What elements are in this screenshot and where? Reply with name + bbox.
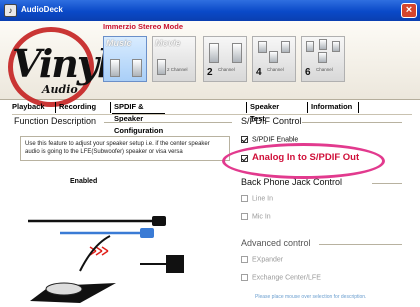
logo-sub: Audio	[42, 83, 78, 96]
tab-playback[interactable]: Playback	[10, 101, 47, 114]
expander-option[interactable]: EXpander	[241, 256, 283, 263]
channel-label: Channel	[218, 67, 235, 72]
divider	[302, 122, 402, 123]
channel-number: 6	[305, 67, 311, 78]
line-in-label: Line In	[252, 195, 274, 203]
line-in-checkbox[interactable]	[241, 195, 248, 202]
speaker-icon	[281, 41, 290, 53]
divider	[319, 244, 402, 245]
expander-checkbox[interactable]	[241, 256, 248, 263]
expander-label: EXpander	[252, 256, 284, 264]
mode-sub-label: 2 Channel	[167, 67, 188, 72]
spdif-enable-checkbox[interactable]	[241, 136, 248, 143]
window-title: AudioDeck	[21, 5, 63, 14]
divider	[372, 183, 402, 184]
exchange-center-lfe-label: Exchange Center/LFE	[252, 274, 321, 282]
speaker-icon	[332, 41, 340, 52]
exchange-center-lfe-option[interactable]: Exchange Center/LFE	[241, 274, 321, 281]
close-button[interactable]: ×	[401, 3, 417, 18]
function-description-title: Function Description	[14, 116, 97, 126]
mic-in-label: Mic In	[252, 213, 271, 221]
speaker-icon	[110, 59, 120, 77]
speaker-icon	[157, 59, 166, 75]
speaker-icon	[232, 43, 242, 63]
speaker-icon	[258, 41, 267, 53]
tab-recording[interactable]: Recording	[57, 101, 98, 114]
header-banner: Vinyl Audio Immerzio Stereo Mode Music M…	[0, 21, 420, 107]
title-bar: ♪ AudioDeck ×	[0, 0, 420, 21]
tab-separator	[246, 102, 247, 113]
channel-label: Channel	[316, 67, 333, 72]
tab-information[interactable]: Information	[309, 101, 354, 114]
channel-number: 2	[207, 67, 213, 78]
speaker-cable-illustration	[28, 216, 184, 303]
channel-number: 4	[256, 67, 262, 78]
tab-separator	[110, 102, 111, 113]
line-in-option[interactable]: Line In	[241, 195, 273, 202]
highlight-oval	[222, 143, 385, 179]
speaker-icon	[318, 52, 327, 63]
channel-6-button[interactable]: 6 Channel	[301, 36, 345, 82]
tab-separator	[307, 102, 308, 113]
tab-panel: Function Description Use this feature to…	[12, 114, 412, 307]
status-label: Enabled	[70, 178, 98, 185]
mode-group-label: Immerzio Stereo Mode	[103, 22, 184, 31]
mode-movie-button[interactable]: Movie 2 Channel	[152, 36, 196, 82]
speaker-icon	[132, 59, 142, 77]
mode-label: Music	[106, 38, 132, 48]
tab-separator	[55, 102, 56, 113]
speaker-icon	[209, 43, 219, 63]
mode-music-button[interactable]: Music	[103, 36, 147, 82]
advanced-control-title: Advanced control	[241, 238, 311, 248]
tab-spdif-speaker-config[interactable]: SPDIF & Speaker Configuration	[112, 101, 166, 135]
audio-icon: ♪	[4, 4, 17, 17]
function-description-text: Use this feature to adjust your speaker …	[20, 136, 230, 161]
mic-in-option[interactable]: Mic In	[241, 213, 271, 220]
exchange-center-lfe-checkbox[interactable]	[241, 274, 248, 281]
speaker-icon	[306, 41, 314, 52]
tab-separator	[358, 102, 359, 113]
spdif-control-title: S/PDIF Control	[241, 116, 302, 126]
channel-2-button[interactable]: 2 Channel	[203, 36, 247, 82]
mic-in-checkbox[interactable]	[241, 213, 248, 220]
speaker-icon	[319, 39, 327, 50]
hint-text: Please place mouse over selection for de…	[255, 294, 367, 300]
channel-4-button[interactable]: 4 Channel	[252, 36, 296, 82]
mode-label: Movie	[155, 38, 181, 48]
channel-label: Channel	[267, 67, 284, 72]
logo-main: Vinyl	[12, 41, 111, 86]
speaker-icon	[269, 51, 278, 63]
divider	[104, 122, 232, 123]
tab-speaker-test[interactable]: Speaker Test	[248, 101, 281, 123]
